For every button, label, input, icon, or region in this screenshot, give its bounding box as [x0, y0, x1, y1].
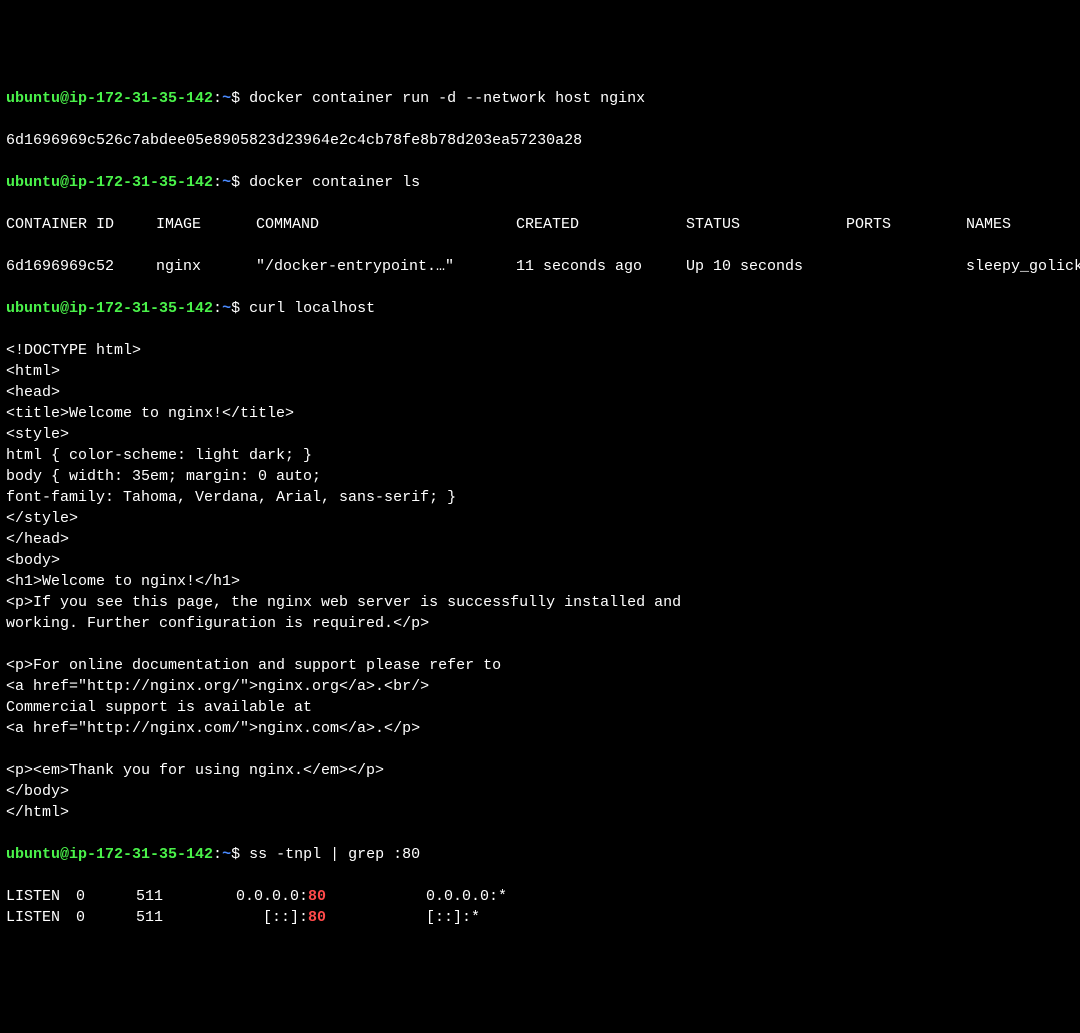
curl-output-line: font-family: Tahoma, Verdana, Arial, san…: [6, 487, 1074, 508]
curl-output-line: Commercial support is available at: [6, 697, 1074, 718]
curl-output-line: <p>If you see this page, the nginx web s…: [6, 592, 1074, 613]
docker-ls-header: CONTAINER IDIMAGECOMMANDCREATEDSTATUSPOR…: [6, 214, 1074, 235]
curl-output-line: <html>: [6, 361, 1074, 382]
command-1: docker container run -d --network host n…: [249, 90, 645, 107]
curl-output-line: </body>: [6, 781, 1074, 802]
col-image: IMAGE: [156, 214, 256, 235]
col-container-id: CONTAINER ID: [6, 214, 156, 235]
prompt-line-1[interactable]: ubuntu@ip-172-31-35-142:~$ docker contai…: [6, 88, 1074, 109]
curl-output-line: [6, 739, 1074, 760]
command-3: curl localhost: [249, 300, 375, 317]
val-status: Up 10 seconds: [686, 256, 846, 277]
col-names: NAMES: [966, 214, 1011, 235]
prompt-userhost: ubuntu@ip-172-31-35-142: [6, 90, 213, 107]
output-container-id: 6d1696969c526c7abdee05e8905823d23964e2c4…: [6, 130, 1074, 151]
curl-output-line: html { color-scheme: light dark; }: [6, 445, 1074, 466]
ss-peer: 0.0.0.0:*: [426, 886, 507, 907]
ss-send: 511: [136, 907, 206, 928]
curl-output-line: <h1>Welcome to nginx!</h1>: [6, 571, 1074, 592]
val-command: "/docker-entrypoint.…": [256, 256, 516, 277]
curl-output-line: </html>: [6, 802, 1074, 823]
curl-output-line: body { width: 35em; margin: 0 auto;: [6, 466, 1074, 487]
curl-output: <!DOCTYPE html><html><head><title>Welcom…: [6, 340, 1074, 823]
prompt-sep: :: [213, 90, 222, 107]
ss-local: 0.0.0.0:80: [206, 886, 426, 907]
command-2: docker container ls: [249, 174, 420, 191]
col-status: STATUS: [686, 214, 846, 235]
ss-state: LISTEN: [6, 886, 76, 907]
docker-ls-row: 6d1696969c52nginx"/docker-entrypoint.…"1…: [6, 256, 1074, 277]
curl-output-line: <title>Welcome to nginx!</title>: [6, 403, 1074, 424]
prompt-symbol: $: [231, 90, 240, 107]
curl-output-line: <head>: [6, 382, 1074, 403]
prompt-path: ~: [222, 90, 231, 107]
ss-peer: [::]:*: [426, 907, 480, 928]
ss-output: LISTEN05110.0.0.0:800.0.0.0:*LISTEN0511[…: [6, 886, 1074, 928]
ss-send: 511: [136, 886, 206, 907]
ss-output-line: LISTEN0511[::]:80[::]:*: [6, 907, 1074, 928]
val-image: nginx: [156, 256, 256, 277]
ss-port-highlight: 80: [308, 888, 326, 905]
curl-output-line: <a href="http://nginx.com/">nginx.com</a…: [6, 718, 1074, 739]
ss-port-highlight: 80: [308, 909, 326, 926]
prompt-line-4[interactable]: ubuntu@ip-172-31-35-142:~$ ss -tnpl | gr…: [6, 844, 1074, 865]
curl-output-line: <style>: [6, 424, 1074, 445]
val-created: 11 seconds ago: [516, 256, 686, 277]
curl-output-line: <p><em>Thank you for using nginx.</em></…: [6, 760, 1074, 781]
curl-output-line: <body>: [6, 550, 1074, 571]
curl-output-line: <!DOCTYPE html>: [6, 340, 1074, 361]
ss-recv: 0: [76, 907, 136, 928]
ss-local: [::]:80: [206, 907, 426, 928]
prompt-line-2[interactable]: ubuntu@ip-172-31-35-142:~$ docker contai…: [6, 172, 1074, 193]
val-names: sleepy_golick: [966, 256, 1080, 277]
curl-output-line: <a href="http://nginx.org/">nginx.org</a…: [6, 676, 1074, 697]
curl-output-line: <p>For online documentation and support …: [6, 655, 1074, 676]
ss-output-line: LISTEN05110.0.0.0:800.0.0.0:*: [6, 886, 1074, 907]
val-container-id: 6d1696969c52: [6, 256, 156, 277]
col-command: COMMAND: [256, 214, 516, 235]
curl-output-line: </head>: [6, 529, 1074, 550]
command-4: ss -tnpl | grep :80: [249, 846, 420, 863]
curl-output-line: </style>: [6, 508, 1074, 529]
curl-output-line: working. Further configuration is requir…: [6, 613, 1074, 634]
curl-output-line: [6, 634, 1074, 655]
col-created: CREATED: [516, 214, 686, 235]
prompt-line-3[interactable]: ubuntu@ip-172-31-35-142:~$ curl localhos…: [6, 298, 1074, 319]
ss-recv: 0: [76, 886, 136, 907]
col-ports: PORTS: [846, 214, 966, 235]
ss-state: LISTEN: [6, 907, 76, 928]
